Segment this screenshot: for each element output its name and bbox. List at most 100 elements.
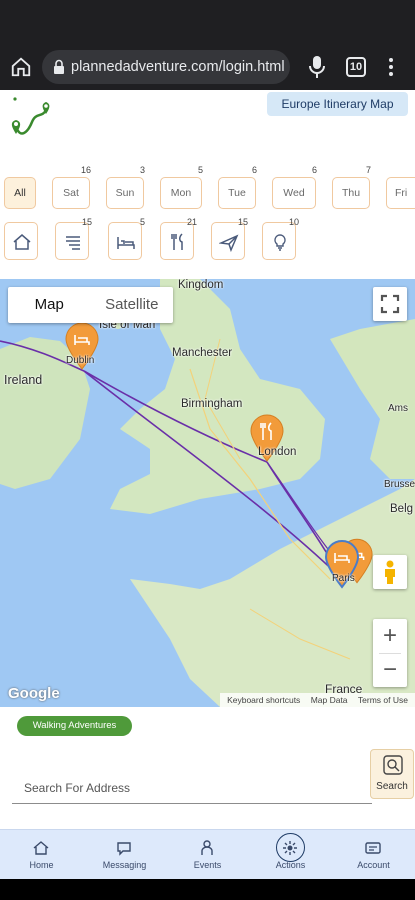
url-text: plannedadventure.com/login.html [71,59,285,75]
category-filter-count: 10 [288,217,299,227]
day-filter-count: 6 [251,165,257,175]
category-filter-bed[interactable]: 5 [108,217,145,260]
search-button[interactable]: Search [370,749,414,799]
day-filter-sat[interactable]: Sat 16 [52,165,91,209]
nav-label: Actions [275,860,306,870]
map-label: Kingdom [178,279,224,291]
map-label: London [258,446,297,458]
browser-menu-icon[interactable] [384,56,398,78]
walking-adventures-badge[interactable]: Walking Adventures [17,716,132,736]
day-filter-label: Sat [63,187,79,199]
bed-icon [117,237,135,249]
map-label: Belg [390,503,414,515]
map-label: Dublin [66,355,95,366]
day-filter-count: 6 [311,165,317,175]
account-icon [365,842,381,854]
map-label: Ams [388,403,408,414]
map-attribution: Keyboard shortcuts Map Data Terms of Use [220,693,415,707]
lock-icon [54,59,64,74]
terms-of-use-link[interactable]: Terms of Use [358,695,408,705]
day-filter-mon[interactable]: Mon 5 [160,165,203,209]
day-filter-tue[interactable]: Tue 6 [218,165,257,209]
category-filter-count: 15 [81,217,92,227]
map-canvas[interactable] [0,279,415,707]
category-filter-ideas[interactable]: 10 [262,217,299,260]
day-filter-count: 5 [197,165,203,175]
lightbulb-icon [274,234,286,251]
keyboard-shortcuts-link[interactable]: Keyboard shortcuts [227,695,300,705]
day-filter-count: 16 [80,165,91,175]
browser-home-icon[interactable] [10,56,32,78]
fullscreen-icon [380,294,400,314]
map-label: Birmingham [181,398,243,410]
category-filter-dining[interactable]: 21 [160,217,197,260]
map-label: Paris [332,573,355,584]
day-filter-wed[interactable]: Wed 6 [272,165,317,209]
day-filter-label: Mon [170,187,192,199]
category-filter-count: 21 [186,217,197,227]
browser-toolbar: plannedadventure.com/login.html 10 [0,44,415,90]
fullscreen-button[interactable] [373,287,407,321]
day-filter-count: 7 [365,165,371,175]
nav-actions[interactable]: Actions [249,830,332,880]
search-button-label: Search [376,781,408,792]
bottom-navigation: Home Messaging Events Actions Account [0,829,415,879]
map-label: Manchester [172,347,233,359]
nav-label: Account [357,860,390,870]
map-title-button[interactable]: Europe Itinerary Map [267,92,408,116]
day-filter-label: Fri [395,187,408,199]
map-data-link[interactable]: Map Data [311,695,348,705]
day-filter-label: Tue [228,187,246,199]
nav-home[interactable]: Home [0,830,83,880]
map-view[interactable]: Kingdom Isle of Man Ireland Dublin Manch… [0,279,415,707]
street-view-button[interactable] [373,555,407,589]
address-search-input[interactable] [12,772,372,804]
nav-label: Home [29,860,54,870]
category-filter-list[interactable]: 15 [55,217,92,260]
nav-messaging[interactable]: Messaging [83,830,166,880]
plane-icon [219,234,239,252]
system-gesture-bar [0,879,415,900]
status-bar [0,0,415,44]
google-logo: Google [8,685,60,702]
category-filter-home[interactable] [4,222,38,260]
map-label: Brusse [384,479,415,490]
map-type-control: Map Satellite [8,287,173,323]
category-filter-flight[interactable]: 15 [211,217,248,260]
app-screen: { "browser": { "url": "plannedadventure.… [0,0,415,900]
category-filter-count: 15 [237,217,248,227]
day-filter-all[interactable]: All [4,177,36,209]
day-filter-fri[interactable]: Fri [386,177,415,209]
map-label: Ireland [4,373,43,387]
day-filter-label: All [14,187,26,199]
zoom-out-button[interactable]: − [373,653,407,687]
map-search-icon [383,755,403,775]
events-icon [201,840,213,855]
zoom-in-button[interactable]: + [373,619,407,653]
nav-label: Events [193,860,222,870]
map-type-map-button[interactable]: Map [8,287,91,323]
nav-label: Messaging [102,860,147,870]
category-filter-count: 5 [139,217,145,227]
nav-account[interactable]: Account [332,830,415,880]
zoom-control: + − [373,619,407,687]
day-filter-sun[interactable]: Sun 3 [106,165,145,209]
pegman-icon [385,560,395,584]
day-filter-label: Thu [341,187,361,199]
tab-switcher-button[interactable]: 10 [346,57,366,77]
address-bar[interactable]: plannedadventure.com/login.html [42,50,290,84]
actions-icon [283,841,297,855]
nav-events[interactable]: Events [166,830,249,880]
list-icon [66,236,80,250]
day-filter-count: 3 [139,165,145,175]
microphone-icon[interactable] [306,54,328,80]
home-icon [33,841,49,855]
app-logo [11,97,50,135]
day-filter-label: Wed [283,187,305,199]
chat-icon [117,842,131,856]
dining-icon [171,233,183,250]
day-filter-label: Sun [115,187,135,199]
day-filter-thu[interactable]: Thu 7 [332,165,371,209]
home-icon [13,234,31,250]
map-type-satellite-button[interactable]: Satellite [91,287,174,323]
